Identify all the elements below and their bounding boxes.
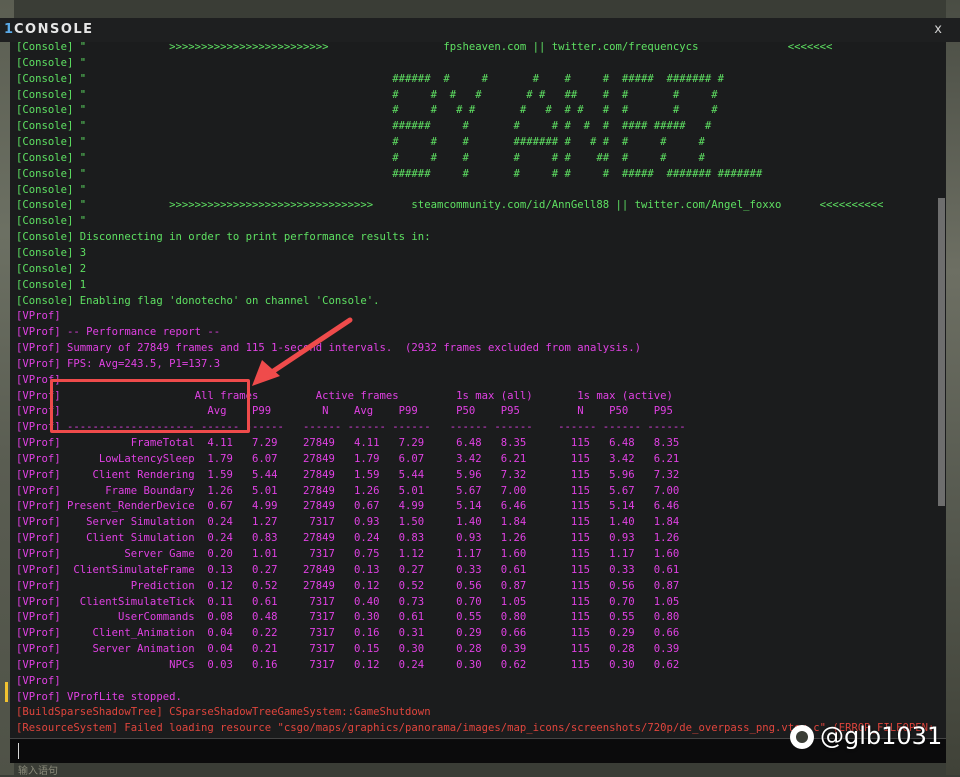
log-line: [VProf] FPS: Avg=243.5, P1=137.3 — [16, 357, 221, 370]
window-title: CONSOLE — [14, 22, 94, 37]
log-line: [VProf] Frame Boundary 1.26 5.01 27849 1… — [16, 484, 680, 497]
log-line: [VProf] LowLatencySleep 1.79 6.07 27849 … — [16, 452, 680, 465]
log-line: [Console] 1 — [16, 278, 87, 291]
log-line: [Console] " — [16, 56, 87, 69]
game-background-right — [946, 0, 960, 775]
log-line: [VProf] Summary of 27849 frames and 115 … — [16, 342, 642, 355]
log-line: [VProf] — [16, 674, 61, 687]
log-line: [VProf] NPCs 0.03 0.16 7317 0.12 0.24 0.… — [16, 658, 680, 671]
console-output[interactable]: [Console] " >>>>>>>>>>>>>>>>>>>>>>>>> fp… — [10, 42, 946, 738]
log-line: [VProf] Client_Animation 0.04 0.22 7317 … — [16, 627, 680, 640]
log-line: [VProf] ClientSimulateTick 0.11 0.61 731… — [16, 595, 680, 608]
watermark-text: @glb1031 — [820, 722, 943, 750]
input-indicator — [5, 682, 8, 702]
log-line: [VProf] Server Simulation 0.24 1.27 7317… — [16, 516, 680, 529]
scrollbar[interactable] — [937, 42, 946, 738]
log-line: [VProf] Server Animation 0.04 0.21 7317 … — [16, 643, 680, 656]
log-line: [VProf] -- Performance report -- — [16, 326, 221, 339]
title-accent-icon: 1 — [4, 22, 14, 37]
annotation-arrow-icon — [252, 317, 353, 386]
close-button[interactable]: x — [934, 22, 942, 37]
log-line: [Console] 3 — [16, 246, 87, 259]
log-line: [Console] " ###### # # # # # ##### #####… — [16, 72, 724, 85]
log-line: [Console] " >>>>>>>>>>>>>>>>>>>>>>>>>>>>… — [16, 199, 884, 212]
log-line: [Console] " ###### # # # # # ##### #####… — [16, 167, 763, 180]
log-line: [Console] " — [16, 183, 87, 196]
text-cursor — [18, 743, 19, 759]
log-line: [BuildSparseShadowTree] CSparseShadowTre… — [16, 706, 431, 719]
log-line: [Console] " >>>>>>>>>>>>>>>>>>>>>>>>> fp… — [16, 42, 833, 53]
log-line: [VProf] Client Rendering 1.59 5.44 27849… — [16, 468, 680, 481]
log-line: [VProf] Client Simulation 0.24 0.83 2784… — [16, 532, 680, 545]
log-line: [VProf] ClientSimulateFrame 0.13 0.27 27… — [16, 563, 680, 576]
log-line: [Console] Disconnecting in order to prin… — [16, 231, 431, 244]
scroll-thumb[interactable] — [938, 198, 945, 506]
log-line: [VProf] FrameTotal 4.11 7.29 27849 4.11 … — [16, 437, 680, 450]
log-line: [VProf] VProfLite stopped. — [16, 690, 182, 703]
log-line: [VProf] Server Game 0.20 1.01 7317 0.75 … — [16, 548, 680, 560]
log-line: [Console] " # # # # # # ## # # # — [16, 151, 705, 164]
log-line: [VProf] UserCommands 0.08 0.48 7317 0.30… — [16, 611, 680, 624]
watermark: @glb1031 — [790, 722, 942, 750]
log-line: [Console] " — [16, 215, 87, 228]
log-line: [VProf] Prediction 0.12 0.52 27849 0.12 … — [16, 579, 680, 592]
fps-highlight-box — [50, 379, 250, 433]
log-line: [Console] " # # # ####### # # # # # # — [16, 136, 705, 149]
console-titlebar[interactable]: 1 CONSOLE x — [0, 18, 960, 42]
log-line: [VProf] — [16, 310, 61, 323]
log-line: [Console] " # # # # # # ## # # # # — [16, 88, 718, 101]
watermark-logo-icon — [790, 725, 814, 749]
log-line: [Console] " ###### # # # # # # #### ####… — [16, 120, 712, 133]
log-line: [Console] " # # # # # # # # # # # # — [16, 104, 718, 117]
log-line: [Console] 2 — [16, 262, 87, 275]
log-line: [VProf] Present_RenderDevice 0.67 4.99 2… — [16, 500, 680, 513]
log-line: [Console] Enabling flag 'donotecho' on c… — [16, 294, 380, 307]
